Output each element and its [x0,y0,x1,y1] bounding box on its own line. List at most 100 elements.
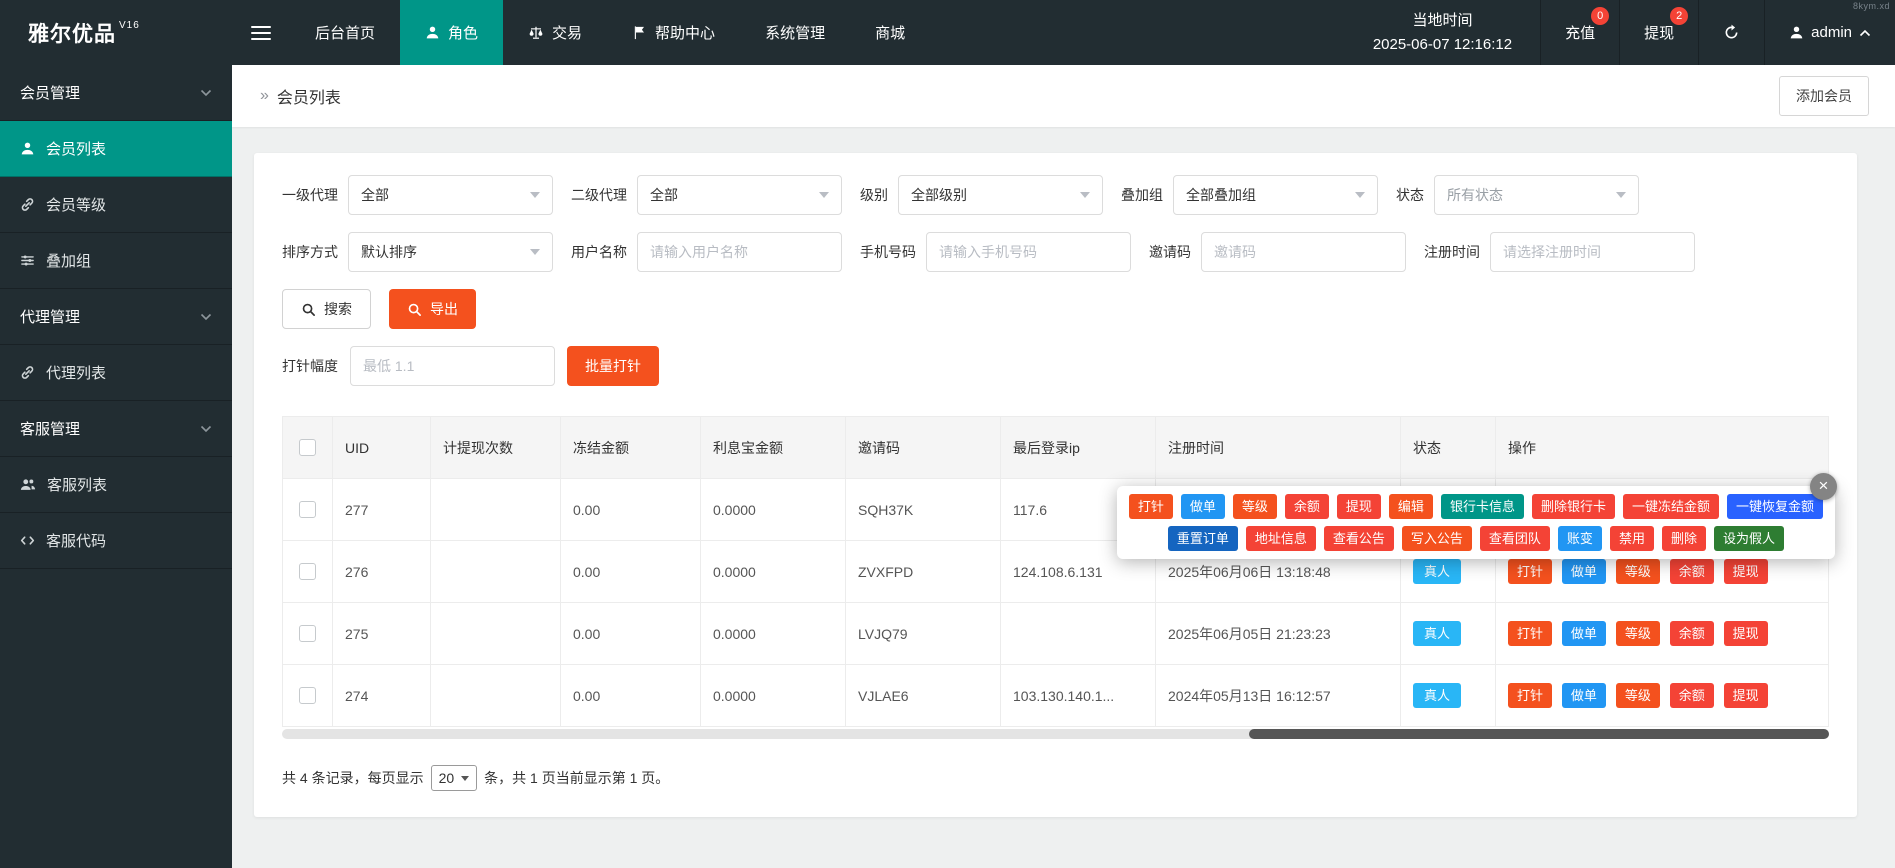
invite-code-input[interactable] [1201,232,1406,272]
popup-balance-button[interactable]: 余额 [1285,494,1329,519]
last-ip-cell [1001,603,1156,665]
actions-cell: 打针 做单 等级 余额 提现 [1496,665,1829,727]
popup-order-button[interactable]: 做单 [1181,494,1225,519]
username-input[interactable] [637,232,842,272]
action-balance-button[interactable]: 余额 [1670,621,1714,646]
recharge-button[interactable]: 充值 0 [1540,0,1619,65]
sidebar-item-agent-list[interactable]: 代理列表 [0,345,232,401]
select-value: 所有状态 [1447,185,1503,205]
sort-select[interactable]: 默认排序 [348,232,553,272]
batch-inject-button[interactable]: 批量打针 [567,346,659,386]
status-badge: 真人 [1413,559,1461,584]
popup-write-notice-button[interactable]: 写入公告 [1402,526,1472,551]
local-time-value: 2025-06-07 12:16:12 [1373,33,1512,57]
sidebar-toggle-button[interactable] [232,0,290,65]
action-balance-button[interactable]: 余额 [1670,559,1714,584]
refresh-button[interactable] [1698,0,1764,65]
action-balance-button[interactable]: 余额 [1670,683,1714,708]
frozen-cell: 0.00 [561,479,701,541]
withdraw-button[interactable]: 提现 2 [1619,0,1698,65]
popup-set-fake-button[interactable]: 设为假人 [1714,526,1784,551]
sidebar: 会员管理 会员列表 会员等级 叠加组 代理管理 代理列表 客服管理 客服列表 客… [0,65,232,868]
status-select[interactable]: 所有状态 [1434,175,1639,215]
action-withdraw-button[interactable]: 提现 [1724,621,1768,646]
popup-address-info-button[interactable]: 地址信息 [1246,526,1316,551]
nav-item-system[interactable]: 系统管理 [740,0,850,65]
withdraw-count-cell [431,665,561,727]
popup-disable-button[interactable]: 禁用 [1610,526,1654,551]
action-order-button[interactable]: 做单 [1562,621,1606,646]
chevron-up-icon [1859,29,1871,37]
action-level-button[interactable]: 等级 [1616,621,1660,646]
pagination-prefix: 共 4 条记录，每页显示 [282,768,424,788]
last-ip-cell: 103.130.140.1... [1001,665,1156,727]
watermark-text: 8kym.xd [1853,1,1890,11]
popup-freeze-amount-button[interactable]: 一键冻结金额 [1623,494,1719,519]
row-checkbox[interactable] [299,687,316,704]
horizontal-scrollbar[interactable] [282,729,1829,739]
row-checkbox[interactable] [299,563,316,580]
action-order-button[interactable]: 做单 [1562,559,1606,584]
page-size-select[interactable]: 20 [431,765,478,791]
sidebar-group-agent-mgmt[interactable]: 代理管理 [0,289,232,345]
horizontal-scrollbar-thumb[interactable] [1249,729,1829,739]
popup-view-team-button[interactable]: 查看团队 [1480,526,1550,551]
sidebar-item-overlay-group[interactable]: 叠加组 [0,233,232,289]
popup-delete-bankcard-button[interactable]: 删除银行卡 [1532,494,1615,519]
popup-restore-amount-button[interactable]: 一键恢复金额 [1727,494,1823,519]
filter-label: 手机号码 [860,242,916,262]
action-inject-button[interactable]: 打针 [1508,683,1552,708]
agent1-select[interactable]: 全部 [348,175,553,215]
users-icon [20,477,36,492]
filter-label: 注册时间 [1424,242,1480,262]
sidebar-item-support-code[interactable]: 客服代码 [0,513,232,569]
action-withdraw-button[interactable]: 提现 [1724,559,1768,584]
phone-input[interactable] [926,232,1131,272]
action-order-button[interactable]: 做单 [1562,683,1606,708]
chevron-down-icon [530,192,540,198]
filter-agent-level1: 一级代理 全部 [282,175,553,215]
member-table: UID 计提现次数 冻结金额 利息宝金额 邀请码 最后登录ip 注册时间 状态 … [282,416,1829,727]
popup-bankcard-info-button[interactable]: 银行卡信息 [1441,494,1524,519]
inject-range-input[interactable] [350,346,555,386]
popup-reset-orders-button[interactable]: 重置订单 [1168,526,1238,551]
select-all-checkbox[interactable] [299,439,316,456]
nav-item-trade[interactable]: 交易 [503,0,607,65]
popup-withdraw-button[interactable]: 提现 [1337,494,1381,519]
sidebar-item-member-list[interactable]: 会员列表 [0,121,232,177]
add-member-button[interactable]: 添加会员 [1779,76,1869,116]
popup-edit-button[interactable]: 编辑 [1389,494,1433,519]
popup-account-change-button[interactable]: 账变 [1558,526,1602,551]
action-level-button[interactable]: 等级 [1616,683,1660,708]
local-time: 当地时间 2025-06-07 12:16:12 [1345,0,1540,65]
row-checkbox[interactable] [299,501,316,518]
popup-level-button[interactable]: 等级 [1233,494,1277,519]
sidebar-group-support-mgmt[interactable]: 客服管理 [0,401,232,457]
action-level-button[interactable]: 等级 [1616,559,1660,584]
popup-delete-button[interactable]: 删除 [1662,526,1706,551]
sidebar-group-member-mgmt[interactable]: 会员管理 [0,65,232,121]
nav-item-help-center[interactable]: 帮助中心 [607,0,740,65]
level-select[interactable]: 全部级别 [898,175,1103,215]
search-button[interactable]: 搜索 [282,289,371,329]
flag-icon [632,25,647,40]
row-checkbox[interactable] [299,625,316,642]
nav-item-mall[interactable]: 商城 [850,0,930,65]
overlay-group-select[interactable]: 全部叠加组 [1173,175,1378,215]
popup-view-notice-button[interactable]: 查看公告 [1324,526,1394,551]
sidebar-item-member-level[interactable]: 会员等级 [0,177,232,233]
app-logo[interactable]: 雅尔优品V16 [0,0,232,65]
agent2-select[interactable]: 全部 [637,175,842,215]
export-button[interactable]: 导出 [389,289,476,329]
nav-item-dashboard[interactable]: 后台首页 [290,0,400,65]
action-withdraw-button[interactable]: 提现 [1724,683,1768,708]
action-inject-button[interactable]: 打针 [1508,559,1552,584]
nav-item-roles[interactable]: 角色 [400,0,503,65]
popup-inject-button[interactable]: 打针 [1129,494,1173,519]
reg-time-input[interactable] [1490,232,1695,272]
uid-cell: 275 [333,603,431,665]
sidebar-item-support-list[interactable]: 客服列表 [0,457,232,513]
action-inject-button[interactable]: 打针 [1508,621,1552,646]
close-icon[interactable]: × [1810,473,1837,500]
sidebar-item-label: 会员等级 [46,194,106,215]
